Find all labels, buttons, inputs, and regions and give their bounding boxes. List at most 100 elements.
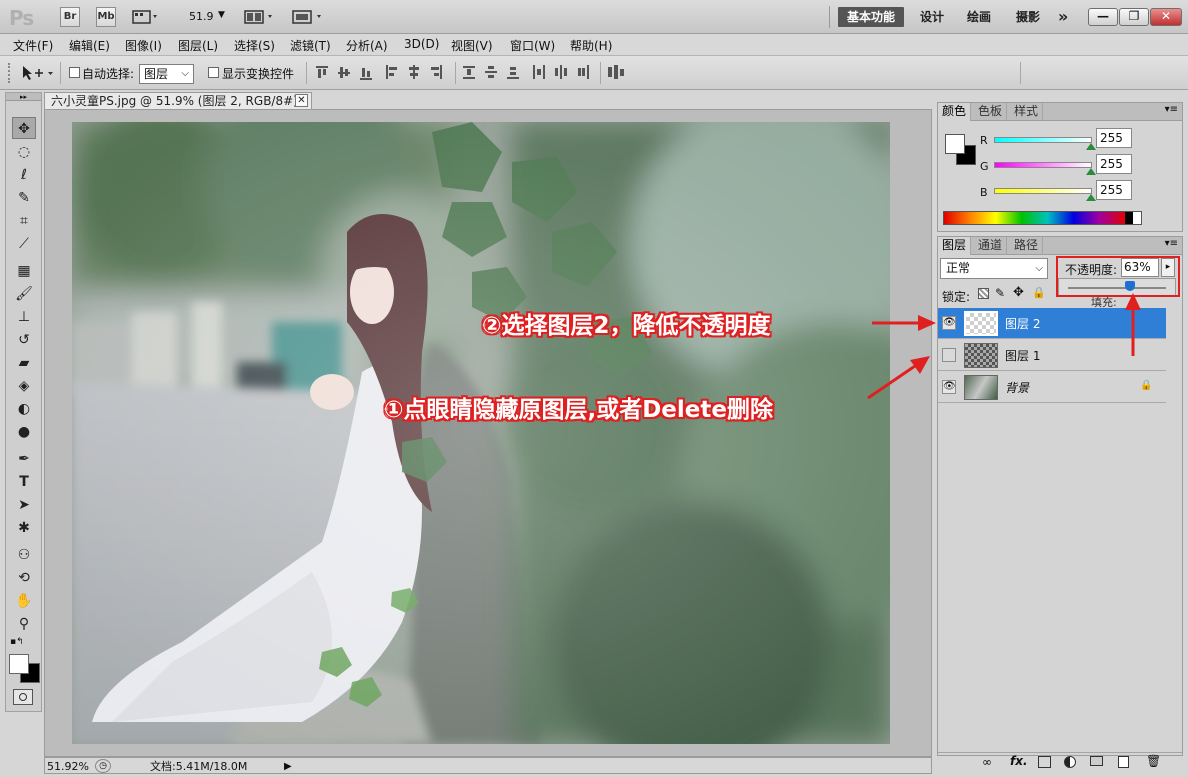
menu-help[interactable]: 帮助(H) — [570, 37, 612, 54]
status-zoom[interactable]: 51.92% — [47, 759, 89, 774]
panel-foreground-swatch[interactable] — [945, 134, 965, 154]
more-workspaces-icon[interactable]: » — [1058, 7, 1068, 27]
zoom-dropdown-icon[interactable]: ▼ — [218, 10, 225, 20]
eye-icon[interactable]: 👁 — [942, 316, 956, 330]
menu-window[interactable]: 窗口(W) — [510, 37, 555, 54]
lock-transparency-icon[interactable] — [978, 288, 989, 299]
close-document-icon[interactable]: ✕ — [295, 94, 308, 107]
foreground-color-swatch[interactable] — [9, 654, 29, 674]
layer-row-background[interactable]: 👁 背景 🔒 — [938, 372, 1166, 403]
lock-all-icon[interactable]: 🔒 — [1032, 286, 1046, 299]
clone-stamp-tool-icon[interactable]: ⊥ — [12, 306, 36, 328]
move-tool-icon[interactable]: ✥ — [12, 117, 36, 139]
type-tool-icon[interactable]: T — [12, 471, 36, 493]
grip-handle[interactable] — [8, 63, 13, 83]
canvas-image[interactable] — [72, 122, 890, 744]
channel-g-slider[interactable] — [994, 162, 1092, 168]
menu-analysis[interactable]: 分析(A) — [346, 37, 388, 54]
blur-tool-icon[interactable]: ◐ — [12, 398, 36, 420]
zoom-tool-icon[interactable]: ⚲ — [12, 613, 36, 635]
marquee-tool-icon[interactable]: ◌ — [12, 141, 36, 163]
workspace-essentials[interactable]: 基本功能 — [838, 7, 904, 27]
tab-swatches[interactable]: 色板 — [974, 103, 1008, 121]
history-brush-tool-icon[interactable]: ↺ — [12, 329, 36, 351]
screen-mode-icon[interactable] — [292, 9, 326, 28]
bridge-button[interactable]: Br — [60, 7, 80, 27]
auto-align-icon[interactable] — [608, 65, 626, 81]
filmstrip-icon[interactable] — [132, 9, 157, 25]
channel-g-knob[interactable] — [1086, 168, 1096, 175]
restore-button[interactable]: ❐ — [1119, 8, 1149, 26]
crop-tool-icon[interactable]: ⌗ — [12, 210, 36, 232]
menu-layer[interactable]: 图层(L) — [178, 37, 218, 54]
distribute-icons[interactable] — [463, 65, 593, 81]
layer-row-layer2[interactable]: 👁 图层 2 — [938, 308, 1166, 339]
minibridge-button[interactable]: Mb — [96, 7, 116, 27]
healing-brush-tool-icon[interactable]: ▦ — [12, 260, 36, 282]
new-layer-icon[interactable] — [1118, 756, 1129, 768]
paint-bucket-tool-icon[interactable]: ◈ — [12, 375, 36, 397]
auto-select-target-select[interactable]: 图层 ⌵ — [139, 64, 194, 84]
tab-layers[interactable]: 图层 — [938, 237, 972, 255]
workspace-painting[interactable]: 绘画 — [967, 7, 991, 27]
blend-mode-select[interactable]: 正常 ⌵ — [940, 258, 1048, 279]
workspace-design[interactable]: 设计 — [920, 7, 944, 27]
channel-b-slider[interactable] — [994, 188, 1092, 194]
zoom-level[interactable]: 51.9 — [189, 10, 214, 23]
color-spectrum-bar[interactable] — [943, 211, 1142, 225]
menu-filter[interactable]: 滤镜(T) — [290, 37, 331, 54]
mask-icon[interactable] — [1038, 756, 1051, 768]
auto-select-checkbox[interactable] — [69, 67, 80, 78]
quick-select-tool-icon[interactable]: ✎ — [12, 187, 36, 209]
shape-tool-icon[interactable]: ✱ — [12, 517, 36, 539]
default-colors-icon[interactable]: ▪↰ — [10, 637, 24, 647]
eye-icon[interactable]: 👁 — [942, 380, 956, 394]
quick-mask-icon[interactable] — [13, 689, 33, 705]
tab-paths[interactable]: 路径 — [1010, 237, 1044, 255]
trash-icon[interactable]: 🗑 — [1146, 754, 1161, 768]
channel-r-knob[interactable] — [1086, 143, 1096, 150]
tab-channels[interactable]: 通道 — [974, 237, 1008, 255]
minimize-button[interactable]: — — [1088, 8, 1118, 26]
dodge-tool-icon[interactable]: ● — [12, 421, 36, 443]
menu-select[interactable]: 选择(S) — [234, 37, 275, 54]
layer-row-layer1[interactable]: 图层 1 — [938, 340, 1166, 371]
close-button[interactable]: ✕ — [1150, 8, 1182, 26]
lock-pixels-icon[interactable]: ✎ — [995, 286, 1005, 300]
group-icon[interactable] — [1090, 756, 1103, 766]
eyedropper-tool-icon[interactable]: ⟋ — [12, 233, 36, 255]
document-tab[interactable]: 六小灵童PS.jpg @ 51.9% (图层 2, RGB/8#) * ✕ — [44, 92, 312, 109]
panel-menu-icon[interactable]: ▾≡ — [1165, 104, 1178, 115]
menu-edit[interactable]: 编辑(E) — [69, 37, 110, 54]
lasso-tool-icon[interactable]: ℓ — [12, 164, 36, 186]
move-tool-preset-icon[interactable] — [20, 64, 56, 85]
menu-view[interactable]: 视图(V) — [451, 37, 493, 54]
adjustment-icon[interactable] — [1064, 756, 1076, 768]
channel-b-value[interactable]: 255 — [1096, 180, 1132, 200]
eraser-tool-icon[interactable]: ▰ — [12, 352, 36, 374]
menu-3d[interactable]: 3D(D) — [404, 37, 439, 51]
align-icons[interactable] — [316, 65, 451, 81]
fx-icon[interactable]: fx. — [1010, 754, 1028, 768]
pen-tool-icon[interactable]: ✒ — [12, 448, 36, 470]
brush-tool-icon[interactable]: 🖌 — [12, 283, 36, 305]
tab-styles[interactable]: 样式 — [1010, 103, 1044, 121]
channel-r-slider[interactable] — [994, 137, 1092, 143]
channel-b-knob[interactable] — [1086, 194, 1096, 201]
3d-rotate-tool-icon[interactable]: ⚇ — [12, 544, 36, 566]
path-select-tool-icon[interactable]: ➤ — [12, 494, 36, 516]
workspace-photography[interactable]: 摄影 — [1016, 7, 1040, 27]
toolbox-collapse-icon[interactable]: ▸▸ — [6, 93, 41, 101]
link-icon[interactable]: ∞ — [982, 755, 992, 769]
panel-menu-icon[interactable]: ▾≡ — [1165, 238, 1178, 249]
channel-r-value[interactable]: 255 — [1096, 128, 1132, 148]
channel-g-value[interactable]: 255 — [1096, 154, 1132, 174]
menu-image[interactable]: 图像(I) — [125, 37, 162, 54]
3d-orbit-tool-icon[interactable]: ⟲ — [12, 567, 36, 589]
hand-tool-icon[interactable]: ✋ — [12, 590, 36, 612]
lock-position-icon[interactable]: ✥ — [1013, 285, 1024, 300]
menu-file[interactable]: 文件(F) — [13, 37, 53, 54]
status-info-icon[interactable]: ◷ — [95, 759, 111, 773]
tab-color[interactable]: 颜色 — [938, 103, 972, 121]
show-transform-checkbox[interactable] — [208, 67, 219, 78]
